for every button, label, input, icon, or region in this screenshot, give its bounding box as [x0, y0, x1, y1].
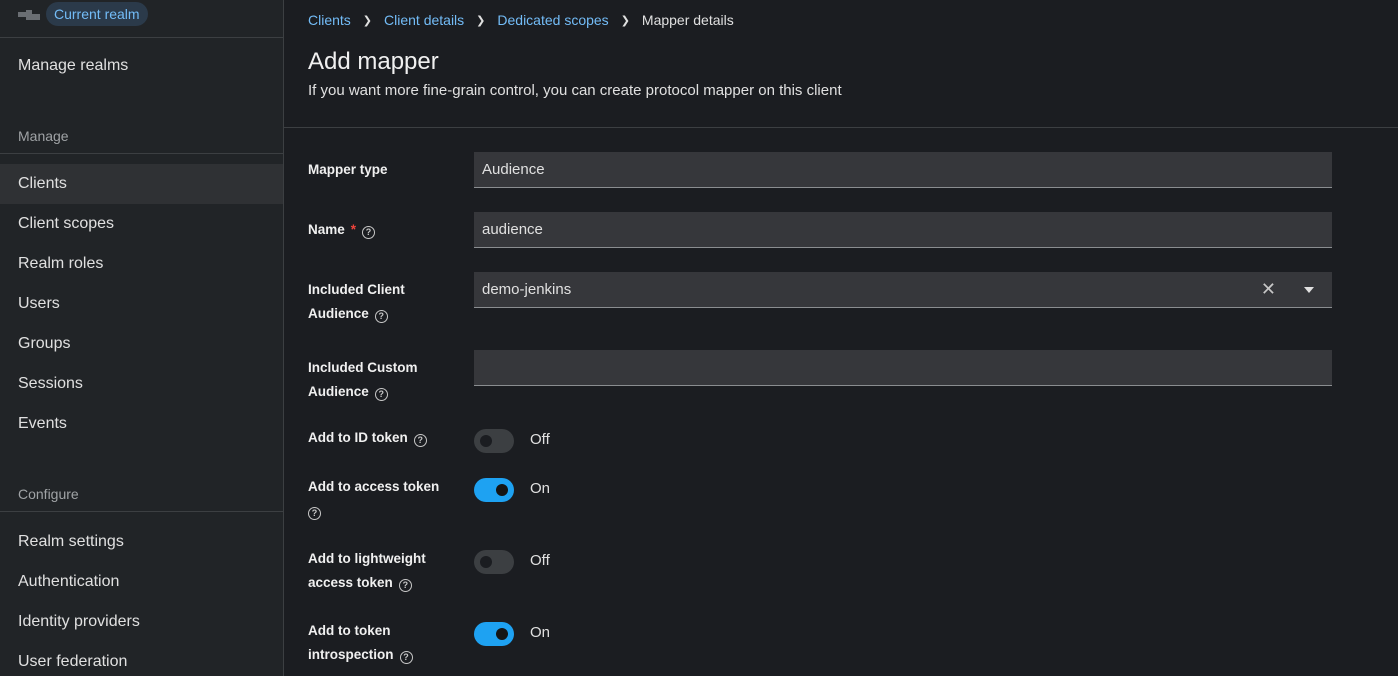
realm-selector[interactable]: Current realm	[0, 0, 283, 38]
sidebar-item-manage-realms[interactable]: Manage realms	[0, 46, 283, 86]
help-icon[interactable]: ?	[308, 507, 321, 520]
add-to-id-token-label: Add to ID token?	[308, 426, 458, 450]
included-custom-audience-label: Included Custom Audience?	[308, 360, 418, 401]
chevron-right-icon: ❯	[476, 14, 486, 27]
breadcrumb-clients[interactable]: Clients	[308, 12, 351, 28]
add-to-access-token-label: Add to access token ?	[308, 479, 440, 520]
sidebar-item-clients[interactable]: Clients	[0, 164, 283, 204]
switch-knob	[496, 628, 508, 640]
switch-knob	[496, 484, 508, 496]
included-custom-audience-input[interactable]	[482, 350, 1332, 385]
add-to-access-token-switch[interactable]	[474, 478, 514, 502]
help-icon[interactable]: ?	[374, 310, 388, 323]
mapper-type-label: Mapper type	[308, 162, 388, 177]
sidebar-item-realm-settings[interactable]: Realm settings	[0, 522, 283, 562]
sidebar-section-manage: Manage	[0, 118, 283, 154]
chevron-right-icon: ❯	[620, 14, 630, 27]
add-to-id-token-state: Off	[530, 431, 550, 448]
switch-knob	[480, 435, 492, 447]
sidebar-item-identity-providers[interactable]: Identity providers	[0, 602, 283, 642]
switch-knob	[480, 556, 492, 568]
header-divider	[284, 127, 1398, 128]
required-indicator: *	[350, 222, 357, 237]
caret-down-icon[interactable]	[1304, 287, 1314, 293]
sidebar-item-user-federation[interactable]: User federation	[0, 642, 283, 676]
main-content: Clients ❯ Client details ❯ Dedicated sco…	[284, 0, 1398, 676]
sidebar-item-authentication[interactable]: Authentication	[0, 562, 283, 602]
name-input[interactable]	[482, 212, 1332, 247]
help-icon[interactable]: ?	[362, 226, 376, 239]
mapper-type-field: Audience	[474, 152, 1332, 188]
breadcrumb: Clients ❯ Client details ❯ Dedicated sco…	[308, 11, 734, 29]
page-title: Add mapper	[308, 48, 439, 75]
included-custom-audience-wrapper	[474, 350, 1332, 386]
current-realm-badge[interactable]: Current realm	[46, 2, 148, 26]
help-icon[interactable]: ?	[413, 434, 427, 447]
sidebar-item-realm-roles[interactable]: Realm roles	[0, 244, 283, 284]
name-input-wrapper	[474, 212, 1332, 248]
breadcrumb-current: Mapper details	[641, 12, 734, 28]
add-to-lightweight-switch[interactable]	[474, 550, 514, 574]
add-to-introspection-label: Add to token introspection?	[308, 619, 458, 667]
sidebar-item-client-scopes[interactable]: Client scopes	[0, 204, 283, 244]
add-to-lightweight-state: Off	[530, 552, 550, 569]
help-icon[interactable]: ?	[399, 651, 413, 664]
add-to-access-token-state: On	[530, 480, 551, 497]
add-to-introspection-switch[interactable]	[474, 622, 514, 646]
sidebar-item-events[interactable]: Events	[0, 404, 283, 444]
clear-icon[interactable]: ✕	[1261, 272, 1276, 307]
sidebar: Current realm Manage realms Manage Clien…	[0, 0, 284, 676]
sidebar-item-users[interactable]: Users	[0, 284, 283, 324]
chevron-right-icon: ❯	[362, 14, 373, 27]
add-to-lightweight-label: Add to lightweight access token?	[308, 551, 426, 592]
sidebar-item-groups[interactable]: Groups	[0, 324, 283, 364]
included-client-audience-label: Included Client Audience?	[308, 282, 405, 323]
help-icon[interactable]: ?	[398, 579, 412, 592]
add-to-id-token-switch[interactable]	[474, 429, 514, 453]
name-label: Name *?	[308, 218, 458, 242]
realm-logo-icon	[18, 10, 42, 22]
sidebar-item-sessions[interactable]: Sessions	[0, 364, 283, 404]
sidebar-section-configure: Configure	[0, 476, 283, 512]
page-description: If you want more fine-grain control, you…	[308, 82, 842, 99]
add-to-introspection-state: On	[530, 624, 551, 641]
breadcrumb-client-details[interactable]: Client details	[384, 12, 464, 28]
breadcrumb-dedicated-scopes[interactable]: Dedicated scopes	[497, 12, 608, 28]
included-client-audience-select[interactable]: demo-jenkins ✕	[474, 272, 1332, 308]
help-icon[interactable]: ?	[374, 388, 388, 401]
